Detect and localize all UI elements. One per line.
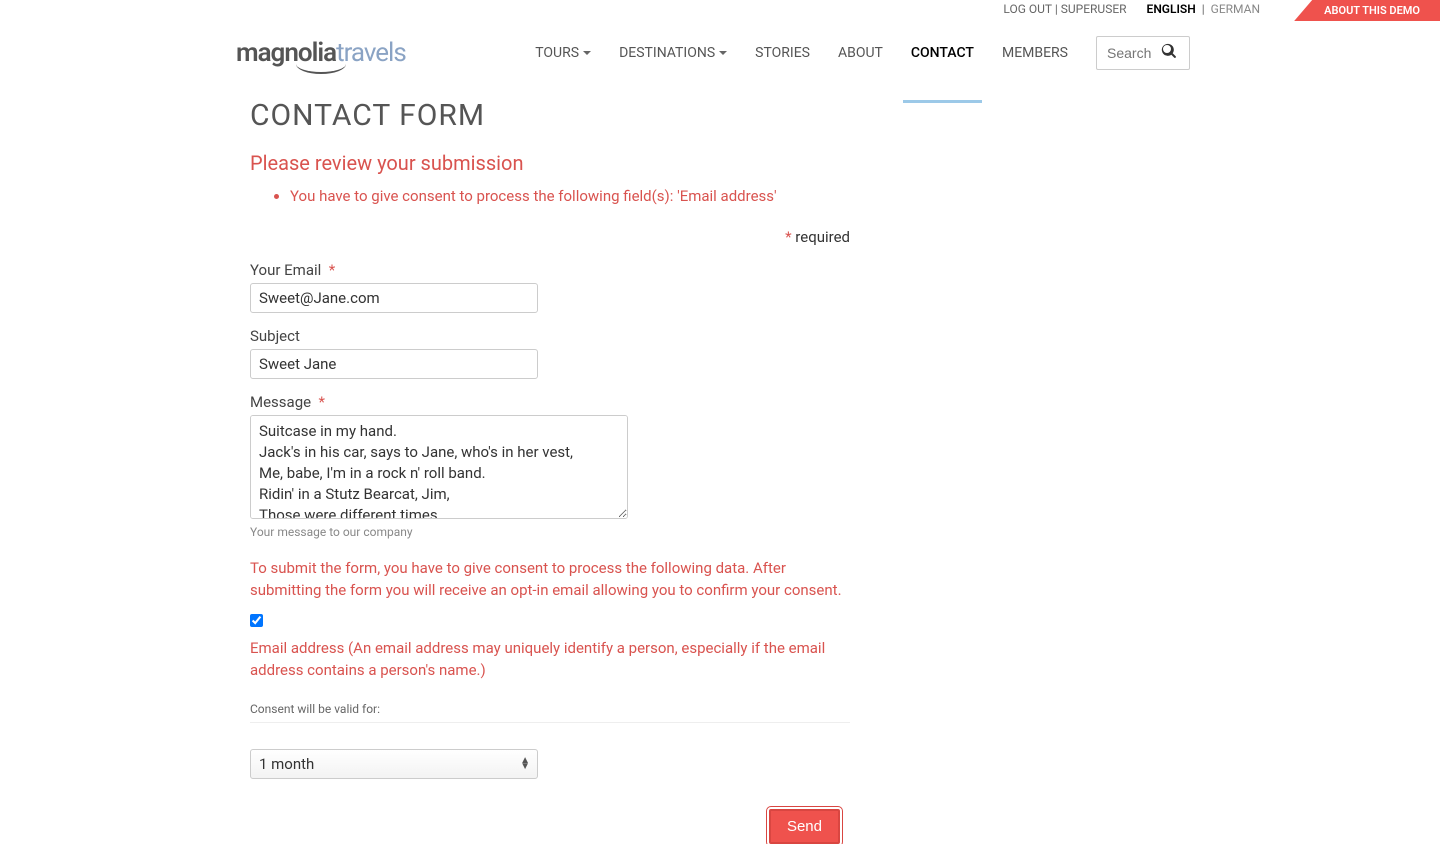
site-logo[interactable]: magnoliatravels bbox=[236, 38, 406, 68]
nav-members[interactable]: MEMBERS bbox=[1002, 45, 1068, 61]
nav-contact[interactable]: CONTACT bbox=[911, 45, 974, 61]
required-note: * required bbox=[250, 228, 850, 246]
subject-label: Subject bbox=[250, 327, 850, 345]
consent-group: To submit the form, you have to give con… bbox=[250, 557, 850, 682]
page-content: CONTACT FORM Please review your submissi… bbox=[250, 88, 1100, 844]
lang-english[interactable]: ENGLISH bbox=[1147, 2, 1196, 16]
main-nav: TOURS DESTINATIONS STORIES ABOUT CONTACT… bbox=[535, 36, 1190, 70]
message-textarea[interactable] bbox=[250, 415, 628, 519]
search-box[interactable] bbox=[1096, 36, 1190, 70]
top-bar: LOG OUT | SUPERUSER ENGLISH | GERMAN ABO… bbox=[0, 0, 1440, 18]
message-label: Message * bbox=[250, 393, 850, 411]
error-list: You have to give consent to process the … bbox=[290, 185, 850, 208]
username-link[interactable]: SUPERUSER bbox=[1061, 2, 1127, 16]
header: magnoliatravels TOURS DESTINATIONS STORI… bbox=[0, 18, 1440, 88]
field-message: Message * Your message to our company bbox=[250, 393, 850, 539]
nav-tours[interactable]: TOURS bbox=[535, 45, 591, 61]
language-switcher: ENGLISH | GERMAN bbox=[1147, 2, 1260, 16]
logout-link[interactable]: LOG OUT bbox=[1003, 2, 1051, 16]
error-heading: Please review your submission bbox=[250, 151, 850, 175]
nav-stories[interactable]: STORIES bbox=[755, 45, 810, 61]
send-row: Send bbox=[250, 809, 850, 844]
user-links: LOG OUT | SUPERUSER bbox=[1003, 2, 1126, 16]
consent-checkbox[interactable] bbox=[250, 614, 263, 627]
lang-german[interactable]: GERMAN bbox=[1211, 2, 1260, 16]
nav-about[interactable]: ABOUT bbox=[838, 45, 883, 61]
validity-select[interactable]: 1 month bbox=[250, 749, 538, 779]
subject-input[interactable] bbox=[250, 349, 538, 379]
field-subject: Subject bbox=[250, 327, 850, 379]
message-hint: Your message to our company bbox=[250, 525, 850, 539]
search-input[interactable] bbox=[1107, 45, 1161, 61]
field-email: Your Email * bbox=[250, 261, 850, 313]
consent-label: Email address (An email address may uniq… bbox=[250, 637, 850, 682]
search-icon[interactable] bbox=[1161, 43, 1177, 63]
email-label: Your Email * bbox=[250, 261, 850, 279]
validity-select-wrap: 1 month ▲▼ bbox=[250, 749, 538, 779]
email-input[interactable] bbox=[250, 283, 538, 313]
send-button[interactable]: Send bbox=[769, 809, 840, 844]
page-title: CONTACT FORM bbox=[250, 98, 1100, 133]
error-item: You have to give consent to process the … bbox=[290, 185, 850, 208]
consent-intro: To submit the form, you have to give con… bbox=[250, 557, 850, 602]
validity-label: Consent will be valid for: bbox=[250, 702, 850, 723]
chevron-down-icon bbox=[719, 51, 727, 55]
chevron-down-icon bbox=[583, 51, 591, 55]
nav-destinations[interactable]: DESTINATIONS bbox=[619, 45, 727, 61]
